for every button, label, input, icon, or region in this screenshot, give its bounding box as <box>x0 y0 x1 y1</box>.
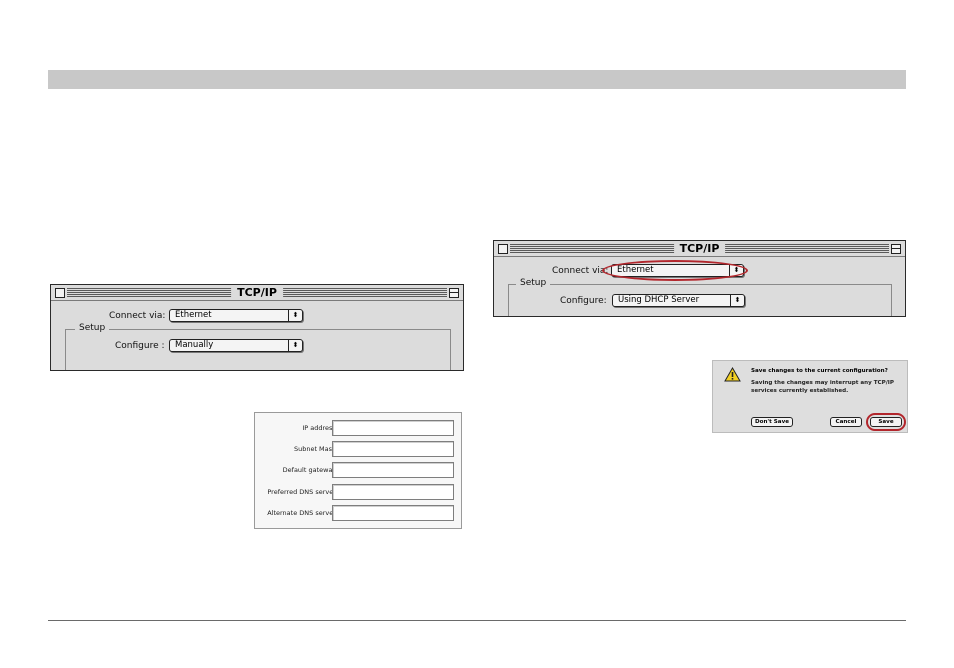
preferred-dns-input[interactable] <box>332 484 454 500</box>
zoom-box-icon[interactable] <box>449 288 459 298</box>
default-gateway-label: Default gateway: <box>282 466 338 474</box>
configure-popup[interactable]: Using DHCP Server ⬍ <box>612 294 745 307</box>
connect-via-value: Ethernet <box>175 310 212 320</box>
dialog-title: Save changes to the current configuratio… <box>751 368 888 374</box>
close-box-icon[interactable] <box>498 244 508 254</box>
window-titlebar[interactable]: TCP/IP <box>494 241 905 257</box>
connect-via-label: Connect via: <box>109 311 166 321</box>
footer-rule <box>48 620 906 621</box>
alternate-dns-label: Alternate DNS server: <box>267 509 338 517</box>
setup-legend: Setup <box>516 278 551 289</box>
ip-settings-panel: IP address: Subnet Mask: Default gateway… <box>254 412 462 529</box>
dont-save-button[interactable]: Don't Save <box>751 417 793 427</box>
cancel-button[interactable]: Cancel <box>830 417 862 427</box>
default-gateway-input[interactable] <box>332 462 454 478</box>
zoom-box-icon[interactable] <box>891 244 901 254</box>
setup-legend: Setup <box>75 323 110 334</box>
connect-via-popup[interactable]: Ethernet ⬍ <box>169 309 303 322</box>
configure-value: Using DHCP Server <box>618 295 700 305</box>
highlight-oval <box>866 413 906 431</box>
highlight-oval <box>602 260 748 281</box>
save-changes-dialog: Save changes to the current configuratio… <box>712 360 908 433</box>
alternate-dns-row: Alternate DNS server: <box>255 505 461 523</box>
connect-via-label: Connect via: <box>552 266 609 276</box>
popup-arrows-icon: ⬍ <box>288 340 302 351</box>
popup-arrows-icon: ⬍ <box>730 295 744 306</box>
window-title: TCP/IP <box>231 285 283 300</box>
preferred-dns-row: Preferred DNS server: <box>255 484 461 502</box>
configure-label: Configure: <box>560 296 607 306</box>
tcpip-window-right: TCP/IP Connect via: Ethernet ⬍ Setup Con… <box>493 240 906 317</box>
ip-address-row: IP address: <box>255 420 461 438</box>
warning-icon <box>724 367 741 382</box>
tcpip-window-left: TCP/IP Connect via: Ethernet ⬍ Setup Con… <box>50 284 464 371</box>
configure-popup[interactable]: Manually ⬍ <box>169 339 303 352</box>
configure-value: Manually <box>175 340 214 350</box>
header-bar <box>48 70 906 89</box>
subnet-mask-row: Subnet Mask: <box>255 441 461 459</box>
subnet-mask-input[interactable] <box>332 441 454 457</box>
configure-label: Configure : <box>115 341 165 351</box>
popup-arrows-icon: ⬍ <box>288 310 302 321</box>
close-box-icon[interactable] <box>55 288 65 298</box>
window-titlebar[interactable]: TCP/IP <box>51 285 463 301</box>
ip-address-input[interactable] <box>332 420 454 436</box>
default-gateway-row: Default gateway: <box>255 462 461 480</box>
preferred-dns-label: Preferred DNS server: <box>267 488 338 496</box>
alternate-dns-input[interactable] <box>332 505 454 521</box>
window-title: TCP/IP <box>673 241 726 256</box>
dialog-message: Saving the changes may interrupt any TCP… <box>751 380 894 394</box>
